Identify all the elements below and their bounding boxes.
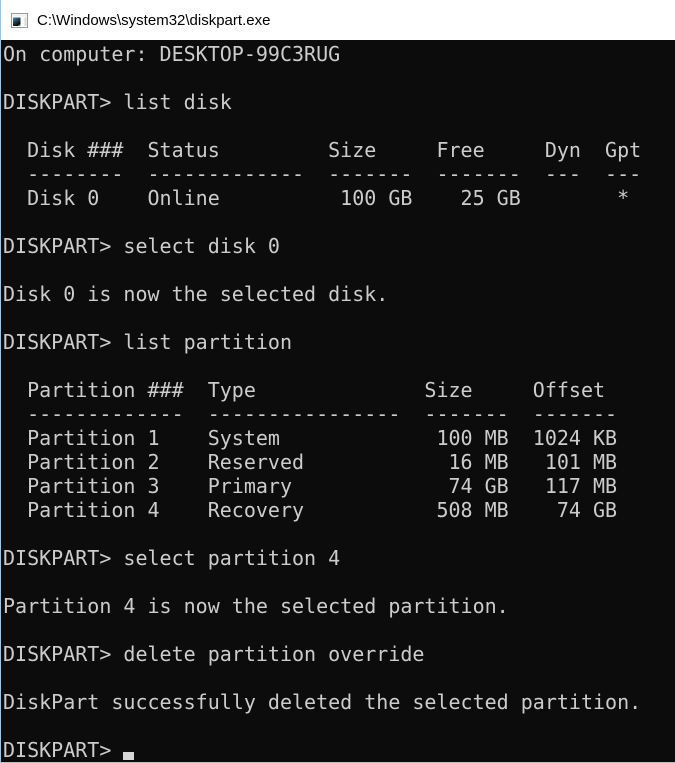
console-line-blank: [3, 306, 675, 330]
diskpart-console-window: C:\Windows\system32\diskpart.exe On comp…: [0, 0, 675, 763]
console-line-computer: On computer: DESKTOP-99C3RUG: [3, 42, 675, 66]
console-line-blank: [3, 714, 675, 738]
window-title: C:\Windows\system32\diskpart.exe: [37, 12, 270, 29]
console-line-cmd-select-disk: DISKPART> select disk 0: [3, 234, 675, 258]
console-line-cmd-delete-partition: DISKPART> delete partition override: [3, 642, 675, 666]
console-line-blank: [3, 666, 675, 690]
console-line-cmd-list-partition: DISKPART> list partition: [3, 330, 675, 354]
console-line-blank: [3, 210, 675, 234]
console-line-cmd-select-partition: DISKPART> select partition 4: [3, 546, 675, 570]
partition-table-row: Partition 3 Primary 74 GB 117 MB: [3, 474, 675, 498]
console-line-blank: [3, 618, 675, 642]
partition-table-row: Partition 1 System 100 MB 1024 KB: [3, 426, 675, 450]
console-line-blank: [3, 354, 675, 378]
console-line-cmd-list-disk: DISKPART> list disk: [3, 90, 675, 114]
console-line-blank: [3, 570, 675, 594]
partition-table-header: Partition ### Type Size Offset: [3, 378, 675, 402]
partition-table-row: Partition 2 Reserved 16 MB 101 MB: [3, 450, 675, 474]
console-output-area[interactable]: On computer: DESKTOP-99C3RUG DISKPART> l…: [1, 40, 675, 762]
console-line-msg-disk-selected: Disk 0 is now the selected disk.: [3, 282, 675, 306]
console-line-blank: [3, 522, 675, 546]
partition-table-row: Partition 4 Recovery 508 MB 74 GB: [3, 498, 675, 522]
console-line-blank: [3, 114, 675, 138]
partition-table-divider: ------------- ---------------- ------- -…: [3, 402, 675, 426]
disk-table-row: Disk 0 Online 100 GB 25 GB *: [3, 186, 675, 210]
disk-table-header: Disk ### Status Size Free Dyn Gpt: [3, 138, 675, 162]
console-prompt-line[interactable]: DISKPART>: [3, 738, 675, 762]
disk-table-divider: -------- ------------- ------- ------- -…: [3, 162, 675, 186]
console-line-blank: [3, 66, 675, 90]
console-line-msg-partition-selected: Partition 4 is now the selected partitio…: [3, 594, 675, 618]
console-window-icon: [11, 12, 28, 29]
text-cursor: [123, 752, 134, 760]
console-line-blank: [3, 258, 675, 282]
window-titlebar[interactable]: C:\Windows\system32\diskpart.exe: [1, 0, 675, 40]
console-line-msg-delete-success: DiskPart successfully deleted the select…: [3, 690, 675, 714]
